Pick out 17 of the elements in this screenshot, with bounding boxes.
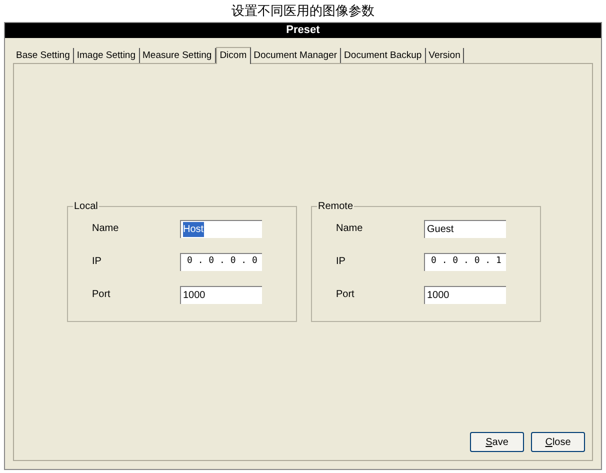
field-label: Port	[92, 288, 112, 302]
input-field[interactable]: Host	[180, 220, 262, 238]
page-caption: 设置不同医用的图像参数	[232, 2, 374, 20]
window-title: Preset	[5, 23, 601, 38]
field-label: Name	[92, 222, 120, 236]
dialog-button[interactable]: Close	[531, 432, 585, 452]
field-label: IP	[336, 255, 346, 269]
input-field[interactable]: 1000	[180, 286, 262, 304]
field-label: Port	[336, 288, 356, 302]
field-label: IP	[92, 255, 102, 269]
ip-address-field[interactable]: 0 . 0 . 0 . 1	[424, 252, 506, 270]
field-label: Name	[336, 222, 364, 236]
ip-address-field[interactable]: 0 . 0 . 0 . 0	[180, 252, 262, 270]
input-field[interactable]: Guest	[424, 220, 506, 238]
dialog-button[interactable]: Save	[470, 432, 524, 452]
input-field[interactable]: 1000	[424, 286, 506, 304]
tab[interactable]: Dicom	[216, 47, 251, 64]
